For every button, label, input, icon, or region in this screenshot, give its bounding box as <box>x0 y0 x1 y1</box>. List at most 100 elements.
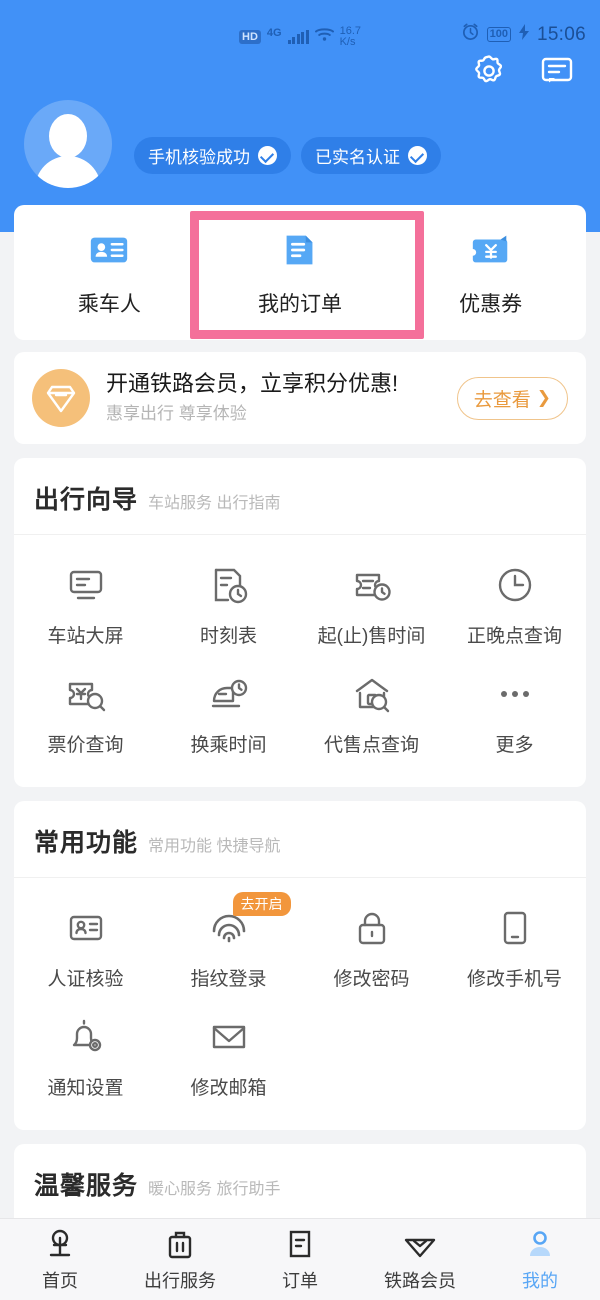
enable-tag-badge[interactable]: 去开启 <box>232 892 291 916</box>
avatar-body <box>35 156 101 188</box>
section-subtitle: 车站服务 出行指南 <box>148 495 281 512</box>
check-circle-icon <box>408 145 427 165</box>
grid-item-label: 换乘时间 <box>190 735 267 756</box>
tab-label: 铁路会员 <box>384 1270 456 1291</box>
quick-action-label: 我的订单 <box>258 292 342 316</box>
grid-item-label: 指纹登录 <box>190 969 267 990</box>
grid-item-notification-settings[interactable]: 通知设置 <box>14 1001 157 1110</box>
quick-action-passengers[interactable]: 乘车人 <box>14 205 205 340</box>
network-speed-unit: K/s <box>339 36 356 48</box>
badge-label: 已实名认证 <box>315 147 400 167</box>
clock-icon <box>493 563 537 607</box>
grid-item-transfer-time[interactable]: 换乘时间 <box>157 658 300 767</box>
section-travel-guide: 出行向导 车站服务 出行指南 车站大屏 时刻表 起(止)售时间 正晚点查询 票价… <box>14 458 586 787</box>
order-document-icon <box>278 228 322 272</box>
section-grid: 车站大屏 时刻表 起(止)售时间 正晚点查询 票价查询 换乘时间 代售点查询 更… <box>14 535 586 787</box>
grid-item-fare-query[interactable]: 票价查询 <box>14 658 157 767</box>
avatar-head <box>49 114 87 158</box>
section-subtitle: 暖心服务 旅行助手 <box>148 1181 281 1198</box>
grid-item-punctuality[interactable]: 正晚点查询 <box>443 549 586 658</box>
grid-item-id-verify[interactable]: 人证核验 <box>14 892 157 1001</box>
grid-item-station-screen[interactable]: 车站大屏 <box>14 549 157 658</box>
tab-orders[interactable]: 订单 <box>240 1227 360 1293</box>
diamond-icon <box>403 1227 437 1261</box>
id-verify-icon <box>64 906 108 950</box>
ticket-search-icon <box>64 672 108 716</box>
grid-item-sale-time[interactable]: 起(止)售时间 <box>300 549 443 658</box>
badge-label: 手机核验成功 <box>148 147 250 167</box>
gear-icon[interactable] <box>470 52 508 90</box>
tab-label: 订单 <box>282 1270 318 1291</box>
more-dots-icon <box>493 672 537 716</box>
section-warm-service: 温馨服务 暖心服务 旅行助手 <box>14 1144 586 1218</box>
member-view-button-label: 去查看 <box>473 389 531 411</box>
hd-icon: HD <box>239 30 261 44</box>
check-circle-icon <box>258 145 277 165</box>
person-icon <box>523 1227 557 1261</box>
battery-icon: 100 <box>486 26 511 42</box>
grid-item-change-password[interactable]: 修改密码 <box>300 892 443 1001</box>
member-banner-title: 开通铁路会员，立享积分优惠! <box>106 371 399 396</box>
lock-icon <box>350 906 394 950</box>
wifi-icon <box>314 27 334 47</box>
quick-action-coupons[interactable]: 优惠券 <box>395 205 586 340</box>
section-title: 常用功能 <box>34 829 139 857</box>
member-view-button[interactable]: 去查看 ❯ <box>456 376 568 420</box>
grid-item-label: 代售点查询 <box>323 735 419 756</box>
grid-item-label: 时刻表 <box>199 626 257 647</box>
grid-item-agency-query[interactable]: 代售点查询 <box>300 658 443 767</box>
grid-item-label: 人证核验 <box>47 969 124 990</box>
signal-bars-icon <box>287 30 309 44</box>
tab-railway-member[interactable]: 铁路会员 <box>360 1227 480 1293</box>
grid-item-change-email[interactable]: 修改邮箱 <box>157 1001 300 1110</box>
diamond-icon <box>32 369 90 427</box>
grid-item-fingerprint-login[interactable]: 去开启 指纹登录 <box>157 892 300 1001</box>
avatar[interactable] <box>24 100 112 188</box>
order-icon <box>283 1227 317 1261</box>
grid-item-label: 通知设置 <box>47 1078 124 1099</box>
timetable-icon <box>207 563 251 607</box>
quick-action-label: 乘车人 <box>77 292 141 316</box>
quick-action-my-orders[interactable]: 我的订单 <box>205 205 396 340</box>
railway-logo-icon <box>43 1227 77 1261</box>
message-icon[interactable] <box>538 52 576 90</box>
section-grid: 人证核验 去开启 指纹登录 修改密码 修改手机号 通知设置 修改邮箱 <box>14 878 586 1130</box>
charging-icon <box>518 23 530 45</box>
profile-badges: 手机核验成功 已实名认证 <box>134 136 441 174</box>
status-badge-phone-verified: 手机核验成功 <box>134 136 291 174</box>
section-header: 常用功能 常用功能 快捷导航 <box>14 801 586 878</box>
status-bar-right: 100 15:06 <box>461 22 586 46</box>
section-common-functions: 常用功能 常用功能 快捷导航 人证核验 去开启 指纹登录 修改密码 修改手机号 … <box>14 801 586 1130</box>
phone-icon <box>493 906 537 950</box>
section-title: 温馨服务 <box>34 1172 139 1200</box>
house-search-icon <box>350 672 394 716</box>
grid-item-change-phone[interactable]: 修改手机号 <box>443 892 586 1001</box>
coupon-wallet-icon <box>469 228 513 272</box>
tab-travel-service[interactable]: 出行服务 <box>120 1227 240 1293</box>
chevron-right-icon: ❯ <box>536 388 551 407</box>
grid-item-more[interactable]: 更多 <box>443 658 586 767</box>
member-banner[interactable]: 开通铁路会员，立享积分优惠! 惠享出行 尊享体验 去查看 ❯ <box>14 352 586 444</box>
tab-home[interactable]: 首页 <box>0 1227 120 1293</box>
tab-label: 出行服务 <box>144 1270 216 1291</box>
id-card-icon <box>87 228 131 272</box>
member-banner-subtitle: 惠享出行 尊享体验 <box>106 404 247 423</box>
section-header: 温馨服务 暖心服务 旅行助手 <box>14 1144 586 1218</box>
grid-item-timetable[interactable]: 时刻表 <box>157 549 300 658</box>
alarm-icon <box>461 22 480 46</box>
content-scroll[interactable]: 开通铁路会员，立享积分优惠! 惠享出行 尊享体验 去查看 ❯ 出行向导 车站服务… <box>0 352 600 1218</box>
blue-header: HD 4G 16.7 K/s 100 15:06 手机核验成功 已实名认证 <box>0 0 600 232</box>
suitcase-icon <box>163 1227 197 1261</box>
header-icons <box>470 52 576 90</box>
envelope-icon <box>207 1015 251 1059</box>
grid-item-label: 车站大屏 <box>47 626 124 647</box>
status-badge-realname-verified: 已实名认证 <box>301 136 441 174</box>
section-title: 出行向导 <box>34 486 139 514</box>
grid-item-label: 修改手机号 <box>466 969 562 990</box>
grid-item-label: 起(止)售时间 <box>317 626 426 647</box>
tab-mine[interactable]: 我的 <box>480 1227 600 1293</box>
section-subtitle: 常用功能 快捷导航 <box>148 838 281 855</box>
network-type-label: 4G <box>266 27 282 39</box>
screen-icon <box>64 563 108 607</box>
network-speed: 16.7 K/s <box>340 26 361 48</box>
